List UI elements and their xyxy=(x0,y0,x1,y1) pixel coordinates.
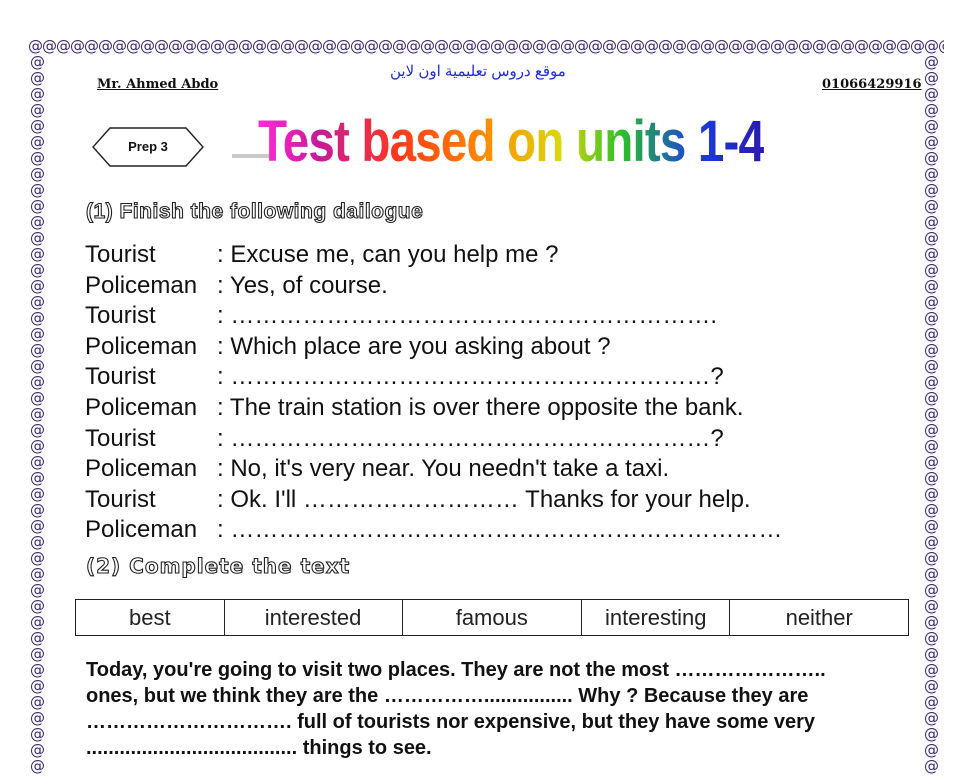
speech-text: : Yes, of course. xyxy=(217,271,388,299)
word-bank-cell: interested xyxy=(223,599,403,636)
speaker-name: Policeman xyxy=(85,271,198,299)
speaker-name: Policeman xyxy=(85,516,198,544)
dialogue-line: Tourist : ……………………………………………………? xyxy=(85,362,782,393)
section-1-heading: (1) Finish the following dailogue xyxy=(85,199,424,223)
paragraph-line: ones, but we think they are the ……………...… xyxy=(86,685,809,707)
word-bank-cell: best xyxy=(75,599,225,636)
speaker-name: Policeman xyxy=(85,332,198,360)
phone-number: 01066429916 xyxy=(822,77,922,92)
author-name: Mr. Ahmed Abdo xyxy=(97,77,219,92)
paragraph-line: …………………………. full of tourists nor expensi… xyxy=(86,711,816,733)
site-name-arabic: موقع دروس تعليمية اون لاين xyxy=(390,63,566,80)
speaker-name: Tourist xyxy=(85,363,156,391)
speech-text: : …………………………………………………………… xyxy=(217,516,783,544)
speech-text: : No, it's very near. You needn't take a… xyxy=(217,455,670,483)
speech-text: : The train station is over there opposi… xyxy=(217,393,744,421)
badge-label: Prep 3 xyxy=(128,139,168,154)
dialogue-line: Policeman : The train station is over the… xyxy=(85,393,782,424)
grade-badge: Prep 3 xyxy=(92,127,204,167)
paragraph-line: ...................................... t… xyxy=(86,737,432,759)
word-bank: best interested famous interesting neither xyxy=(75,599,909,636)
dialogue-line: Policeman : …………………………………………………………… xyxy=(85,515,782,546)
word-bank-cell: interesting xyxy=(581,599,731,636)
dialogue: Tourist : Excuse me, can you help me ? Pol… xyxy=(85,240,782,546)
paragraph-line: Today, you're going to visit two places.… xyxy=(86,659,826,681)
decorative-border-left: @@@@@@@@@@@@@@@@@@@@@@@@@@@@@@@@@@@@@@@@… xyxy=(30,54,45,776)
dialogue-line: Tourist : Excuse me, can you help me ? xyxy=(85,240,782,271)
speaker-name: Policeman xyxy=(85,455,198,483)
text-paragraph: Today, you're going to visit two places.… xyxy=(86,657,916,761)
decorative-border-right: @@@@@@@@@@@@@@@@@@@@@@@@@@@@@@@@@@@@@@@@… xyxy=(924,54,939,776)
speech-text: : Which place are you asking about ? xyxy=(217,332,611,360)
dialogue-line: Policeman : Which place are you asking ab… xyxy=(85,332,782,363)
speaker-name: Tourist xyxy=(85,241,156,268)
speech-text: : ……………………………………………………? xyxy=(217,424,724,452)
speech-text: : Ok. I'll ……………………… Thanks for your hel… xyxy=(217,485,751,513)
section-2-heading: (2) Complete the text xyxy=(85,553,351,578)
speaker-name: Tourist xyxy=(85,302,156,330)
speaker-name: Tourist xyxy=(85,424,156,452)
word-bank-cell: famous xyxy=(401,599,583,636)
word-bank-cell: neither xyxy=(729,599,909,636)
speaker-name: Policeman xyxy=(85,393,198,421)
page-title: Test based on units 1-4 xyxy=(258,109,765,174)
dialogue-line: Tourist : ……………………………………………………? xyxy=(85,424,782,455)
speech-text: : Excuse me, can you help me ? xyxy=(217,241,559,268)
dialogue-line: Policeman : No, it's very near. You needn… xyxy=(85,454,782,485)
decorative-border-top: @@@@@@@@@@@@@@@@@@@@@@@@@@@@@@@@@@@@@@@@… xyxy=(28,38,944,55)
dialogue-line: Tourist : Ok. I'll ……………………… Thanks for y… xyxy=(85,485,782,516)
dialogue-line: Tourist : ……………………………………………………. xyxy=(85,301,782,332)
dialogue-line: Policeman : Yes, of course. xyxy=(85,271,782,302)
speaker-name: Tourist xyxy=(85,485,156,513)
speech-text: : ……………………………………………………. xyxy=(217,302,718,330)
speech-text: : ……………………………………………………? xyxy=(217,363,724,391)
